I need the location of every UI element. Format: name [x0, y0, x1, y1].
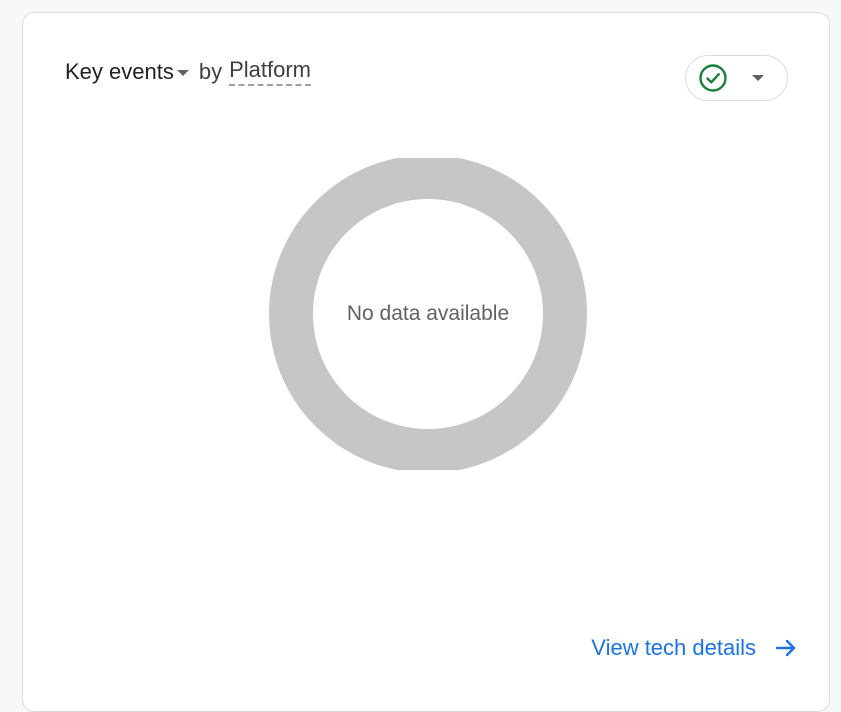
check-circle-icon: [699, 64, 727, 92]
view-tech-details-label: View tech details: [591, 635, 756, 660]
metric-selector[interactable]: Key events: [65, 59, 189, 85]
metric-label: Key events: [65, 58, 174, 84]
key-events-card: Key events by Platform No data available…: [22, 12, 830, 712]
arrow-right-icon: [775, 639, 796, 657]
view-tech-details-link[interactable]: View tech details: [591, 635, 798, 661]
card-header: Key events by Platform: [65, 57, 312, 86]
chevron-down-icon: [752, 75, 764, 81]
caret-down-icon: [176, 69, 189, 76]
donut-ring: [269, 158, 587, 470]
empty-donut-chart: No data available: [268, 158, 588, 470]
status-dropdown[interactable]: [685, 55, 788, 101]
by-label: by: [198, 58, 223, 84]
dimension-selector[interactable]: Platform: [229, 57, 312, 86]
